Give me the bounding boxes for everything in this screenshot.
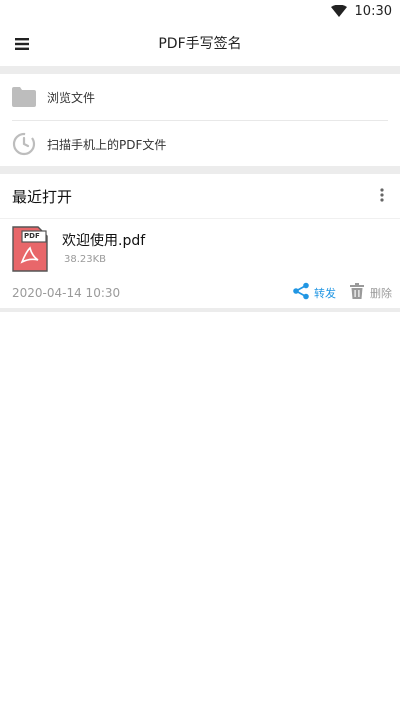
menu-icon [15, 35, 29, 54]
share-icon [292, 282, 310, 304]
recent-panel: 最近打开 PDF 欢迎使用.pdf 38.23KB 2020-04-14 10:… [0, 174, 400, 308]
wifi-icon [330, 5, 347, 17]
app-bar: PDF手写签名 [0, 22, 400, 66]
actions-panel: 浏览文件 扫描手机上的PDF文件 [0, 74, 400, 166]
pdf-badge-label: PDF [24, 232, 40, 240]
share-button[interactable]: 转发 [292, 282, 336, 304]
empty-content-area [0, 312, 400, 710]
recent-file-item[interactable]: PDF 欢迎使用.pdf 38.23KB 2020-04-14 10:30 转发 [0, 218, 400, 308]
pdf-file-icon: PDF [12, 226, 48, 272]
recent-header: 最近打开 [0, 174, 400, 218]
section-divider [0, 166, 400, 174]
folder-icon [11, 84, 37, 110]
delete-label: 删除 [370, 287, 392, 300]
scan-clock-icon [11, 131, 37, 157]
status-time: 10:30 [354, 3, 392, 19]
delete-button[interactable]: 删除 [348, 282, 392, 304]
more-button[interactable] [370, 184, 394, 208]
page-title: PDF手写签名 [158, 36, 242, 52]
browse-files-item[interactable]: 浏览文件 [0, 74, 400, 120]
share-label: 转发 [314, 287, 336, 300]
more-vertical-icon [380, 187, 384, 206]
scan-pdf-label: 扫描手机上的PDF文件 [47, 137, 167, 152]
scan-pdf-item[interactable]: 扫描手机上的PDF文件 [0, 121, 400, 167]
status-bar: 10:30 [0, 0, 400, 22]
browse-files-label: 浏览文件 [47, 90, 96, 105]
trash-icon [348, 282, 366, 304]
menu-button[interactable] [8, 30, 36, 58]
file-size: 38.23KB [64, 254, 107, 265]
file-date: 2020-04-14 10:30 [12, 286, 121, 300]
file-name: 欢迎使用.pdf [62, 233, 146, 249]
section-divider [0, 66, 400, 74]
recent-title: 最近打开 [12, 187, 73, 206]
